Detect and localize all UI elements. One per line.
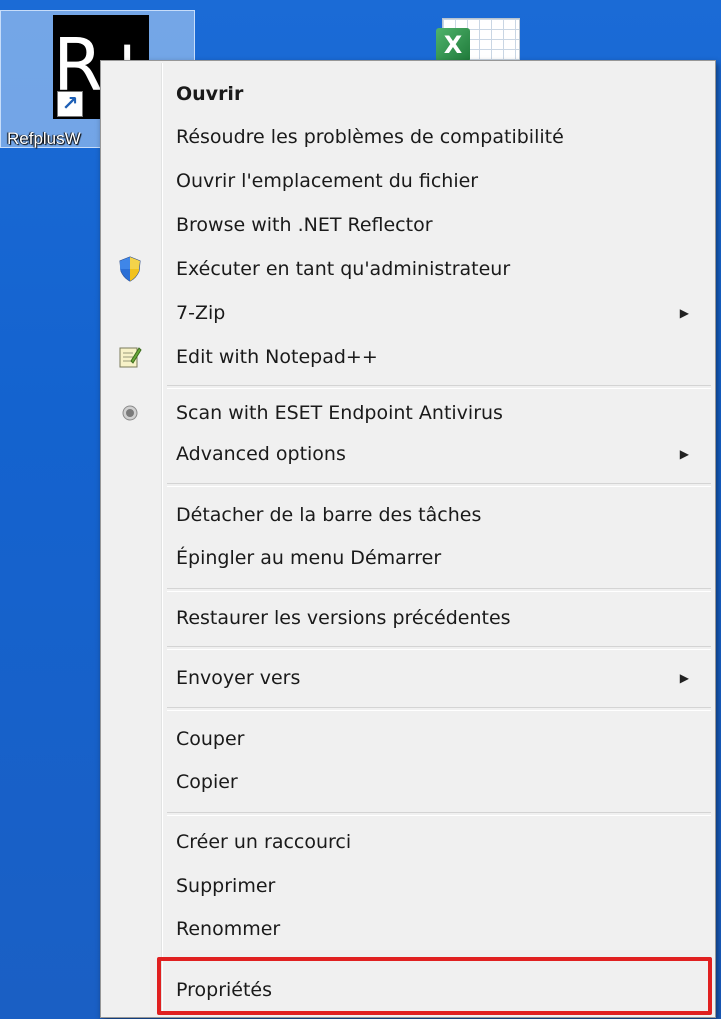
context-menu: Ouvrir Résoudre les problèmes de compati… bbox=[100, 60, 716, 1018]
submenu-arrow-icon: ▶ bbox=[679, 671, 689, 685]
menu-item-cut[interactable]: Couper bbox=[103, 719, 713, 759]
menu-item-ouvrir[interactable]: Ouvrir bbox=[103, 74, 713, 114]
menu-item-label: Scan with ESET Endpoint Antivirus bbox=[176, 402, 503, 424]
menu-separator bbox=[167, 812, 711, 816]
menu-item-label: Ouvrir bbox=[176, 83, 244, 105]
menu-item-open-file-location[interactable]: Ouvrir l'emplacement du fichier bbox=[103, 161, 713, 201]
submenu-arrow-icon: ▶ bbox=[679, 306, 689, 320]
menu-item-notepad-plus-plus[interactable]: Edit with Notepad++ bbox=[103, 337, 713, 377]
menu-item-net-reflector[interactable]: Browse with .NET Reflector bbox=[103, 205, 713, 245]
menu-item-label: 7-Zip bbox=[176, 302, 226, 324]
menu-item-label: Copier bbox=[176, 771, 238, 793]
menu-item-label: Browse with .NET Reflector bbox=[176, 214, 433, 236]
menu-item-label: Envoyer vers bbox=[176, 667, 301, 689]
menu-item-label: Ouvrir l'emplacement du fichier bbox=[176, 170, 479, 192]
menu-item-label: Détacher de la barre des tâches bbox=[176, 504, 482, 526]
shortcut-arrow-icon: ↗ bbox=[57, 91, 83, 117]
menu-item-create-shortcut[interactable]: Créer un raccourci bbox=[103, 822, 713, 862]
menu-item-label: Épingler au menu Démarrer bbox=[176, 547, 442, 569]
menu-item-advanced-options[interactable]: Advanced options ▶ bbox=[103, 434, 713, 474]
menu-item-copy[interactable]: Copier bbox=[103, 762, 713, 802]
excel-logo-icon: X bbox=[436, 28, 470, 62]
submenu-arrow-icon: ▶ bbox=[679, 447, 689, 461]
menu-item-eset-scan[interactable]: Scan with ESET Endpoint Antivirus bbox=[103, 393, 713, 433]
menu-item-7zip[interactable]: 7-Zip ▶ bbox=[103, 293, 713, 333]
eset-icon bbox=[117, 400, 143, 426]
menu-item-compatibility[interactable]: Résoudre les problèmes de compatibilité bbox=[103, 117, 713, 157]
menu-item-label: Résoudre les problèmes de compatibilité bbox=[176, 126, 564, 148]
refplus-icon-label: RefplusW bbox=[7, 129, 81, 148]
menu-item-label: Renommer bbox=[176, 918, 281, 940]
menu-separator bbox=[167, 385, 711, 389]
menu-item-send-to[interactable]: Envoyer vers ▶ bbox=[103, 658, 713, 698]
menu-item-label: Couper bbox=[176, 728, 245, 750]
menu-item-label: Restaurer les versions précédentes bbox=[176, 607, 511, 629]
menu-separator bbox=[167, 483, 711, 487]
menu-item-label: Créer un raccourci bbox=[176, 831, 352, 853]
menu-item-rename[interactable]: Renommer bbox=[103, 909, 713, 949]
properties-highlight-box bbox=[157, 957, 712, 1015]
menu-item-delete[interactable]: Supprimer bbox=[103, 866, 713, 906]
uac-shield-icon bbox=[117, 256, 143, 282]
notepad-plus-plus-icon bbox=[117, 344, 143, 370]
menu-item-label: Advanced options bbox=[176, 443, 346, 465]
menu-item-unpin-taskbar[interactable]: Détacher de la barre des tâches bbox=[103, 495, 713, 535]
menu-item-label: Exécuter en tant qu'administrateur bbox=[176, 258, 511, 280]
menu-item-run-as-admin[interactable]: Exécuter en tant qu'administrateur bbox=[103, 249, 713, 289]
menu-item-restore-versions[interactable]: Restaurer les versions précédentes bbox=[103, 598, 713, 638]
menu-separator bbox=[167, 646, 711, 650]
menu-item-label: Supprimer bbox=[176, 875, 276, 897]
menu-separator bbox=[167, 588, 711, 592]
menu-separator bbox=[167, 707, 711, 711]
menu-item-label: Edit with Notepad++ bbox=[176, 346, 378, 368]
menu-item-pin-start[interactable]: Épingler au menu Démarrer bbox=[103, 538, 713, 578]
